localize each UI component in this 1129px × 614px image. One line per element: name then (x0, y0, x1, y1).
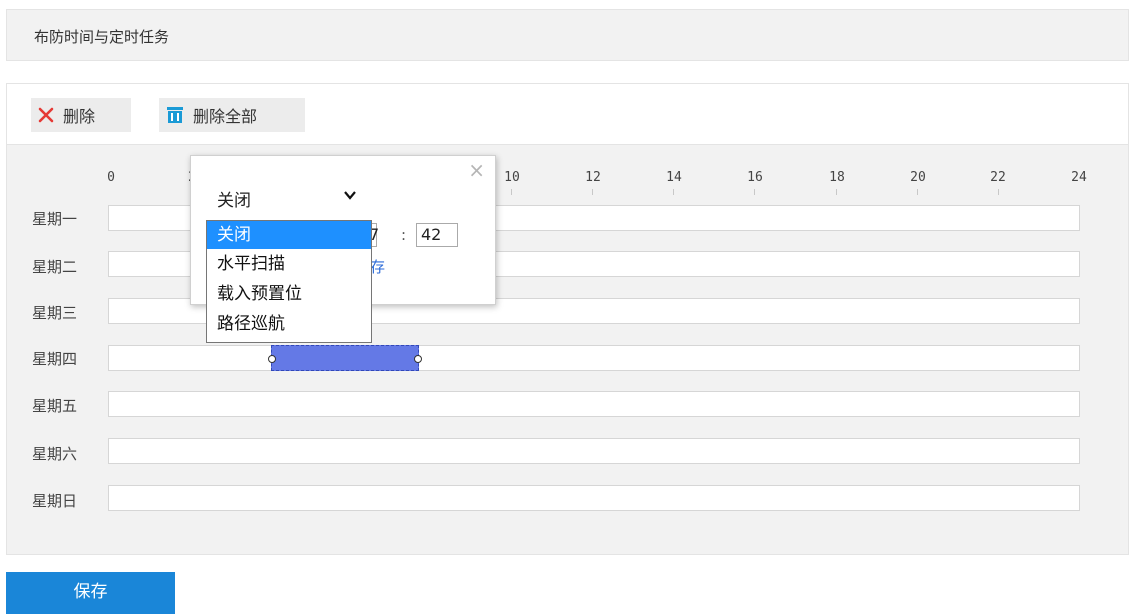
segment-resize-handle-right[interactable] (414, 355, 422, 363)
action-select-value: 关闭 (217, 191, 251, 211)
hour-tick (511, 189, 512, 195)
hour-tick (754, 189, 755, 195)
delete-label: 删除 (63, 107, 96, 126)
close-x-icon (38, 107, 54, 123)
day-track-thu[interactable] (108, 345, 1080, 371)
close-icon[interactable]: × (468, 160, 485, 180)
hour-label: 12 (585, 170, 601, 185)
day-track-fri[interactable] (108, 391, 1080, 417)
option-close[interactable]: 关闭 (207, 221, 371, 249)
action-dropdown-list: 关闭 水平扫描 载入预置位 路径巡航 (206, 220, 372, 343)
hour-label: 10 (504, 170, 520, 185)
day-label-wed: 星期三 (32, 304, 78, 322)
day-label-sat: 星期六 (32, 445, 78, 463)
delete-all-button[interactable]: 删除全部 (159, 98, 305, 132)
day-label-fri: 星期五 (32, 397, 78, 415)
option-horizontal-scan[interactable]: 水平扫描 (207, 249, 371, 279)
schedule-segment-thu[interactable] (268, 345, 422, 371)
title-bar: 布防时间与定时任务 (6, 9, 1129, 61)
hour-tick (673, 189, 674, 195)
hour-label: 14 (666, 170, 682, 185)
delete-all-label: 删除全部 (193, 107, 258, 126)
save-button[interactable]: 保存 (6, 572, 175, 614)
day-label-tue: 星期二 (32, 258, 78, 276)
hour-tick (592, 189, 593, 195)
hour-label: 18 (829, 170, 845, 185)
hour-tick (998, 189, 999, 195)
day-label-sun: 星期日 (32, 492, 78, 510)
option-patrol-path[interactable]: 路径巡航 (207, 309, 371, 339)
popup-save-link[interactable]: 存 (370, 256, 385, 277)
hour-tick (836, 189, 837, 195)
chevron-down-icon (344, 191, 356, 200)
page-title: 布防时间与定时任务 (34, 28, 170, 46)
time-separator: : (401, 226, 407, 244)
day-label-thu: 星期四 (32, 350, 78, 368)
day-track-sat[interactable] (108, 438, 1080, 464)
hour-label: 20 (910, 170, 926, 185)
trash-icon (167, 107, 183, 123)
segment-resize-handle-left[interactable] (268, 355, 276, 363)
hour-tick (917, 189, 918, 195)
hour-label: 16 (747, 170, 763, 185)
time-minute-input[interactable]: 42 (416, 223, 458, 247)
day-label-mon: 星期一 (32, 210, 78, 228)
hour-label: 24 (1071, 170, 1087, 185)
toolbar: 删除 删除全部 (7, 84, 1128, 145)
time-minute-value: 42 (421, 225, 442, 244)
hour-label: 22 (990, 170, 1006, 185)
action-select[interactable]: 关闭 (207, 182, 367, 212)
delete-button[interactable]: 删除 (31, 98, 131, 132)
day-track-sun[interactable] (108, 485, 1080, 511)
hour-label: 0 (107, 170, 115, 185)
option-load-preset[interactable]: 载入预置位 (207, 279, 371, 309)
